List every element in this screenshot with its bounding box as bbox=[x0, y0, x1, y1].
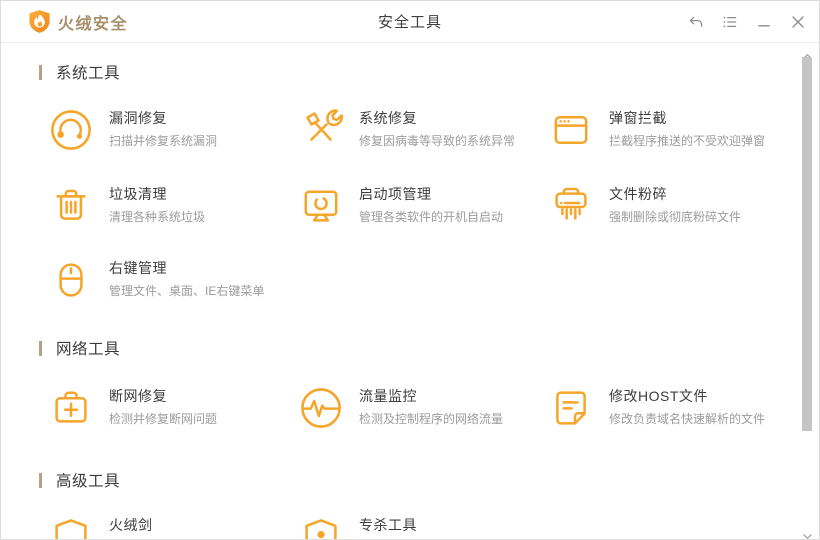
tool-title: 修改HOST文件 bbox=[609, 388, 708, 404]
tool-medkit[interactable]: 断网修复检测并修复断网问题 bbox=[49, 386, 293, 430]
trash-icon bbox=[49, 184, 93, 228]
back-icon[interactable] bbox=[688, 14, 704, 30]
section-accent-bar bbox=[39, 64, 42, 80]
scroll-down-icon[interactable] bbox=[802, 527, 813, 539]
tools-content: 系统工具 漏洞修复 扫描并修复系统漏洞 系统修复 修复因病毒等导致的系统异常 弹窗拦截 拦截… bbox=[1, 43, 819, 539]
section-accent-bar bbox=[39, 472, 42, 488]
section-header: 系统工具 bbox=[39, 63, 121, 82]
tool-desc: 强制删除或彻底粉碎文件 bbox=[609, 210, 742, 224]
sword-shield-icon bbox=[49, 515, 93, 539]
scrollbar[interactable] bbox=[800, 43, 815, 539]
tool-title: 文件粉碎 bbox=[609, 186, 667, 202]
tool-desc: 管理文件、桌面、IE右键菜单 bbox=[109, 284, 265, 298]
repair-tools-icon bbox=[299, 108, 343, 152]
tool-title: 流量监控 bbox=[359, 388, 417, 404]
tool-mouse[interactable]: 右键管理管理文件、桌面、IE右键菜单 bbox=[49, 258, 293, 302]
page-title: 安全工具 bbox=[377, 14, 443, 31]
tool-title: 火绒剑 bbox=[109, 517, 153, 533]
host-file-icon bbox=[549, 386, 593, 430]
vulnerability-scan-icon bbox=[49, 108, 93, 152]
tool-sword-shield[interactable]: 火绒剑 bbox=[49, 515, 293, 539]
medkit-icon bbox=[49, 386, 93, 430]
tool-desc: 拦截程序推送的不受欢迎弹窗 bbox=[609, 134, 766, 148]
virus-shield-icon bbox=[299, 515, 343, 539]
scrollbar-thumb[interactable] bbox=[802, 57, 812, 431]
section-title: 系统工具 bbox=[56, 65, 121, 82]
tool-title: 专杀工具 bbox=[359, 517, 417, 533]
tool-desc: 修改负责域名快速解析的文件 bbox=[609, 412, 766, 426]
tool-title: 弹窗拦截 bbox=[609, 110, 667, 126]
popup-block-icon bbox=[549, 108, 593, 152]
section-header: 高级工具 bbox=[39, 471, 121, 490]
tool-title: 漏洞修复 bbox=[109, 110, 167, 126]
tool-monitor-startup[interactable]: 启动项管理管理各类软件的开机自启动 bbox=[299, 184, 543, 228]
app-name: 火绒安全 bbox=[58, 15, 129, 33]
tool-title: 系统修复 bbox=[359, 110, 417, 126]
mouse-icon bbox=[49, 258, 93, 302]
app-brand: 火绒安全 bbox=[1, 9, 128, 34]
section-title: 高级工具 bbox=[56, 473, 121, 490]
file-shredder-icon bbox=[549, 184, 593, 228]
menu-icon[interactable] bbox=[722, 14, 738, 30]
tool-vulnerability-scan[interactable]: 漏洞修复扫描并修复系统漏洞 bbox=[49, 108, 293, 152]
tool-desc: 检测并修复断网问题 bbox=[109, 412, 218, 426]
tool-file-shredder[interactable]: 文件粉碎强制删除或彻底粉碎文件 bbox=[549, 184, 793, 228]
tool-traffic-pulse[interactable]: 流量监控检测及控制程序的网络流量 bbox=[299, 386, 543, 430]
app-window: 火绒安全 安全工具 系统工具 漏洞修复 扫描并修复系统漏洞 系统修复 修复因病毒… bbox=[0, 0, 820, 540]
window-controls bbox=[688, 14, 819, 30]
traffic-pulse-icon bbox=[299, 386, 343, 430]
tool-desc: 修复因病毒等导致的系统异常 bbox=[359, 134, 516, 148]
section-title: 网络工具 bbox=[56, 341, 121, 358]
title-bar: 火绒安全 安全工具 bbox=[1, 1, 819, 43]
section-accent-bar bbox=[39, 340, 42, 356]
section-header: 网络工具 bbox=[39, 339, 121, 358]
tool-repair-tools[interactable]: 系统修复修复因病毒等导致的系统异常 bbox=[299, 108, 543, 152]
tool-title: 垃圾清理 bbox=[109, 186, 167, 202]
scroll-up-icon[interactable] bbox=[802, 47, 813, 59]
tool-desc: 扫描并修复系统漏洞 bbox=[109, 134, 218, 148]
tool-virus-shield[interactable]: 专杀工具 bbox=[299, 515, 543, 539]
tool-desc: 清理各种系统垃圾 bbox=[109, 210, 206, 224]
tool-desc: 检测及控制程序的网络流量 bbox=[359, 412, 504, 426]
tool-trash[interactable]: 垃圾清理清理各种系统垃圾 bbox=[49, 184, 293, 228]
tool-title: 断网修复 bbox=[109, 388, 167, 404]
monitor-startup-icon bbox=[299, 184, 343, 228]
close-icon[interactable] bbox=[790, 14, 806, 30]
tool-host-file[interactable]: 修改HOST文件修改负责域名快速解析的文件 bbox=[549, 386, 793, 430]
minimize-icon[interactable] bbox=[756, 14, 772, 30]
app-logo-icon bbox=[28, 9, 51, 34]
tool-desc: 管理各类软件的开机自启动 bbox=[359, 210, 504, 224]
tool-popup-block[interactable]: 弹窗拦截拦截程序推送的不受欢迎弹窗 bbox=[549, 108, 793, 152]
tool-title: 右键管理 bbox=[109, 260, 167, 276]
tool-title: 启动项管理 bbox=[359, 186, 432, 202]
